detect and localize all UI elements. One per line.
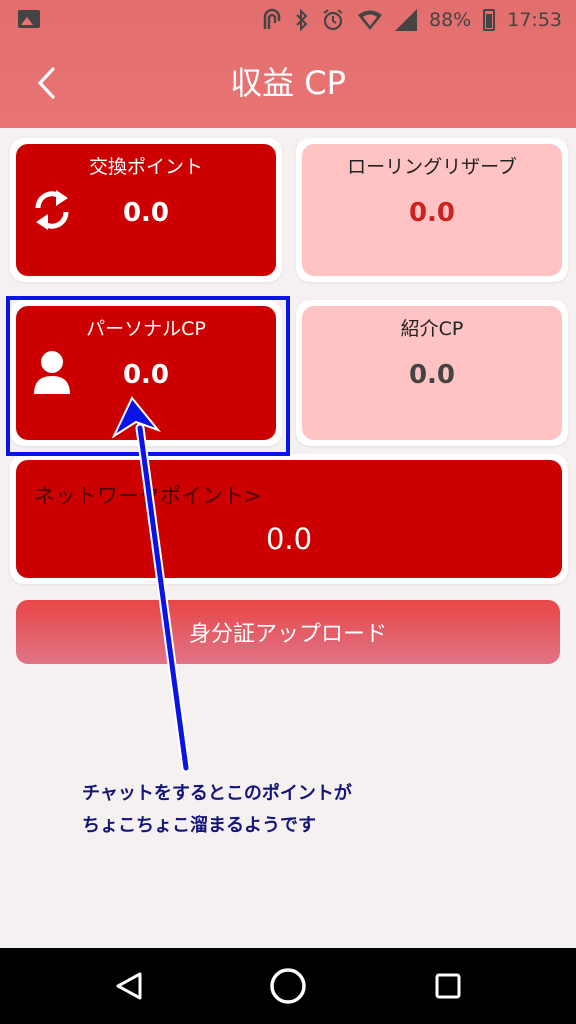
gallery-icon — [18, 10, 40, 28]
clock: 17:53 — [507, 9, 562, 31]
battery-icon — [483, 9, 496, 31]
referral-cp-card-frame: 紹介CP 0.0 — [296, 300, 568, 446]
referral-cp-title: 紹介CP — [400, 318, 464, 340]
nav-recents-button[interactable] — [428, 966, 468, 1006]
annotation-line-1: チャットをするとこのポイントが — [82, 783, 352, 804]
alarm-icon — [321, 8, 345, 32]
page-title: 収益 CP — [230, 64, 346, 102]
exchange-points-card-frame: 交換ポイント 0.0 — [10, 138, 282, 282]
id-upload-button[interactable]: 身分証アップロード — [16, 600, 560, 664]
rolling-reserve-card[interactable]: ローリングリザーブ 0.0 — [302, 144, 562, 276]
nav-home-button[interactable] — [268, 966, 308, 1006]
highlight-box — [6, 296, 290, 456]
rolling-reserve-value: 0.0 — [408, 198, 456, 228]
annotation-text: チャットをするとこのポイントが ちょこちょこ溜まるようです — [82, 778, 412, 842]
exchange-points-title: 交換ポイント — [88, 156, 203, 178]
exchange-points-card[interactable]: 交換ポイント 0.0 — [16, 144, 276, 276]
network-points-card-frame: ネットワークポイント> 0.0 — [10, 454, 568, 584]
network-points-link[interactable]: ネットワークポイント> — [34, 480, 262, 510]
annotation-line-2: ちょこちょこ溜まるようです — [82, 815, 316, 836]
app-header: 88% 17:53 収益 CP — [0, 0, 576, 128]
square-recents-icon — [435, 973, 461, 999]
exchange-points-value: 0.0 — [122, 198, 170, 228]
network-points-value: 0.0 — [265, 522, 313, 556]
rolling-reserve-card-frame: ローリングリザーブ 0.0 — [296, 138, 568, 282]
referral-cp-value: 0.0 — [408, 360, 456, 390]
wifi-icon — [357, 9, 383, 31]
system-navbar — [0, 948, 576, 1024]
battery-percent: 88% — [429, 9, 472, 31]
status-bar: 88% 17:53 — [0, 0, 576, 40]
nav-back-button[interactable] — [110, 966, 150, 1006]
referral-cp-card[interactable]: 紹介CP 0.0 — [302, 306, 562, 440]
circle-home-icon — [270, 968, 306, 1004]
nfc-icon — [261, 7, 283, 33]
signal-icon — [395, 9, 417, 31]
rolling-reserve-title: ローリングリザーブ — [347, 156, 517, 178]
network-points-card[interactable]: ネットワークポイント> 0.0 — [16, 460, 562, 578]
triangle-back-icon — [116, 972, 142, 1000]
bluetooth-icon — [295, 8, 309, 32]
